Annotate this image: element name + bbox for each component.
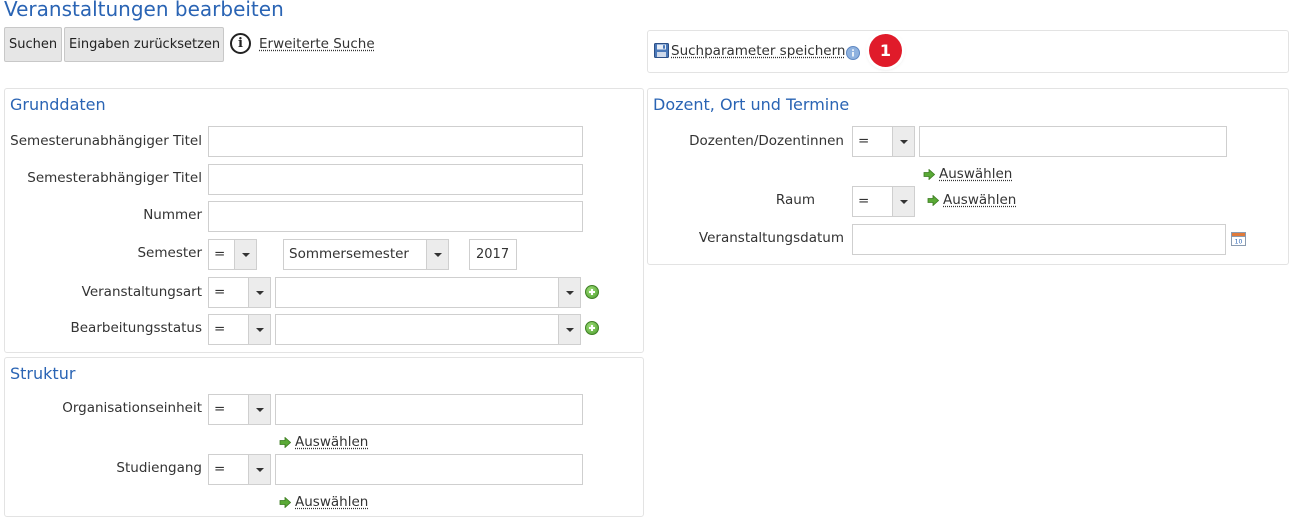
chevron-down-icon (892, 187, 914, 216)
chevron-down-icon (558, 315, 580, 344)
status-select[interactable] (275, 314, 581, 345)
status-label: Bearbeitungsstatus (70, 320, 202, 336)
step-badge: 1 (869, 34, 902, 67)
lecturers-select-link[interactable]: Auswählen (923, 166, 1012, 182)
arrow-right-icon (279, 436, 291, 448)
calendar-day-text: 10 (1235, 239, 1243, 246)
chevron-down-icon (248, 455, 270, 484)
study-program-select-label[interactable]: Auswählen (295, 494, 368, 510)
lecturers-input[interactable] (919, 126, 1227, 157)
room-label: Raum (775, 192, 815, 208)
chevron-down-icon (234, 240, 256, 269)
study-program-operator-value: = (214, 461, 226, 477)
grunddaten-title: Grunddaten (10, 95, 106, 114)
study-program-operator-select[interactable]: = (208, 454, 271, 485)
room-select-label[interactable]: Auswählen (943, 192, 1016, 208)
help-icon[interactable] (846, 46, 860, 60)
floppy-disk-icon[interactable] (654, 43, 669, 58)
sem-dep-title-label: Semesterabhängiger Titel (27, 170, 202, 186)
org-unit-operator-value: = (214, 401, 226, 417)
org-unit-label: Organisationseinheit (62, 400, 202, 416)
sem-indep-title-label: Semesterunabhängiger Titel (10, 133, 202, 149)
number-label: Nummer (143, 207, 202, 223)
save-search-params-link[interactable]: Suchparameter speichern (671, 43, 845, 59)
sem-dep-title-input[interactable] (208, 164, 583, 195)
lecturers-operator-value: = (858, 133, 870, 149)
semester-term-value: Sommersemester (289, 246, 409, 262)
study-program-label: Studiengang (116, 460, 202, 476)
arrow-right-icon (923, 168, 935, 180)
org-unit-operator-select[interactable]: = (208, 394, 271, 425)
lecturers-label: Dozenten/Dozentinnen (689, 133, 844, 149)
dozent-title: Dozent, Ort und Termine (653, 95, 850, 114)
room-operator-select[interactable]: = (852, 186, 915, 217)
search-button[interactable]: Suchen (4, 27, 62, 62)
dozent-panel: Dozent, Ort und Termine Dozenten/Dozenti… (647, 88, 1289, 265)
arrow-right-icon (279, 496, 291, 508)
event-type-operator-select[interactable]: = (208, 277, 271, 308)
event-type-operator-value: = (214, 284, 226, 300)
grunddaten-panel: Grunddaten Semesterunabhängiger Titel Se… (4, 88, 644, 353)
lecturers-select-label[interactable]: Auswählen (939, 166, 1012, 182)
arrow-right-icon (927, 194, 939, 206)
chevron-down-icon (426, 240, 448, 269)
calendar-icon[interactable]: 10 (1231, 231, 1246, 246)
semester-operator-value: = (214, 246, 226, 262)
room-operator-value: = (858, 193, 870, 209)
save-params-box: Suchparameter speichern (647, 30, 1289, 73)
semester-label: Semester (137, 245, 202, 261)
info-icon[interactable]: i (230, 33, 251, 54)
event-date-input[interactable] (852, 224, 1226, 255)
chevron-down-icon (892, 127, 914, 156)
event-type-select[interactable] (275, 277, 581, 308)
advanced-search-link[interactable]: Erweiterte Suche (259, 36, 375, 52)
chevron-down-icon (248, 315, 270, 344)
add-status-icon[interactable] (585, 321, 599, 335)
number-input[interactable] (208, 201, 583, 232)
org-unit-select-link[interactable]: Auswählen (279, 434, 368, 450)
reset-button[interactable]: Eingaben zurücksetzen (64, 27, 224, 62)
org-unit-select-label[interactable]: Auswählen (295, 434, 368, 450)
struktur-panel: Struktur Organisationseinheit = Auswähle… (4, 357, 644, 517)
event-type-label: Veranstaltungsart (81, 284, 202, 300)
event-date-label: Veranstaltungsdatum (698, 230, 844, 246)
org-unit-input[interactable] (275, 394, 583, 425)
study-program-select-link[interactable]: Auswählen (279, 494, 368, 510)
chevron-down-icon (248, 278, 270, 307)
chevron-down-icon (248, 395, 270, 424)
status-operator-value: = (214, 321, 226, 337)
semester-term-select[interactable]: Sommersemester (283, 239, 449, 270)
struktur-title: Struktur (10, 364, 76, 383)
page-title: Veranstaltungen bearbeiten (4, 0, 284, 21)
lecturers-operator-select[interactable]: = (852, 126, 915, 157)
chevron-down-icon (558, 278, 580, 307)
semester-year-input[interactable] (469, 239, 517, 270)
add-event-type-icon[interactable] (585, 285, 599, 299)
sem-indep-title-input[interactable] (208, 126, 583, 157)
study-program-input[interactable] (275, 454, 583, 485)
semester-operator-select[interactable]: = (208, 239, 257, 270)
room-select-link[interactable]: Auswählen (927, 192, 1016, 208)
status-operator-select[interactable]: = (208, 314, 271, 345)
